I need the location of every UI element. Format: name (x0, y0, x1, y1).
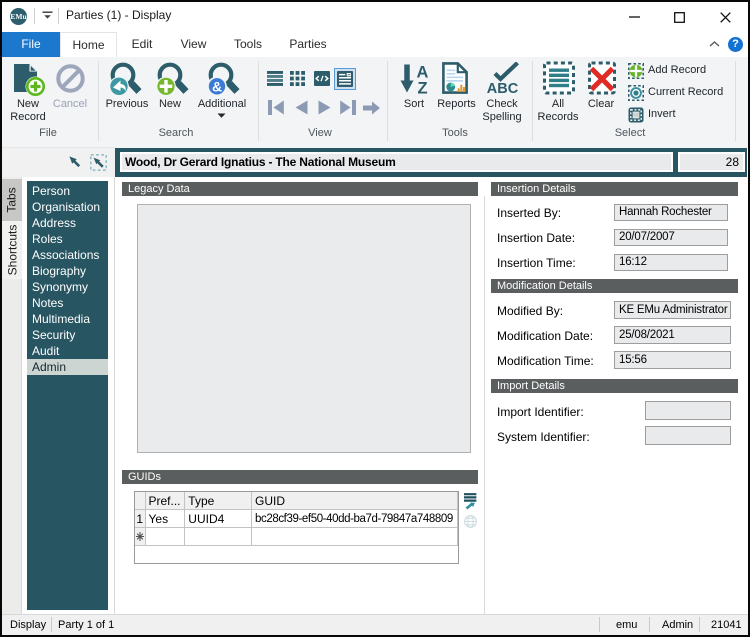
svg-text:&: & (212, 79, 222, 95)
svg-text:Z: Z (417, 80, 427, 95)
svg-text:ABC: ABC (487, 81, 519, 94)
